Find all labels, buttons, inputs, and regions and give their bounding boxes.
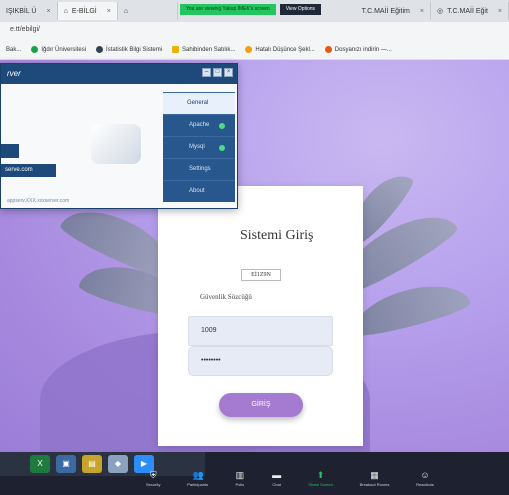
tab-label: E-BİLGİ <box>71 7 97 15</box>
login-button[interactable]: GİRİŞ <box>219 393 303 417</box>
captcha-image: Eİ1Z9N <box>241 269 281 281</box>
bookmark-icon <box>172 46 180 53</box>
breakout-icon: ▦ <box>370 470 379 480</box>
browser-tab[interactable]: ⌂ <box>118 2 178 20</box>
files-icon[interactable]: ▤ <box>82 455 102 473</box>
bookmark-icon <box>324 46 332 53</box>
url-text[interactable]: e.tt/ebilgi/ <box>10 26 40 33</box>
menu-label: Mysql <box>189 144 205 150</box>
home-icon: ⌂ <box>63 7 68 15</box>
breakout-rooms-button[interactable]: ▦ Breakout Rooms <box>360 470 390 495</box>
captcha-input[interactable]: 1009 <box>188 316 333 346</box>
menu-label: Apache <box>189 122 210 128</box>
screen-share-banner: You are viewing Yakup İMEK's screen View… <box>180 4 322 15</box>
menu-label: Settings <box>189 166 211 172</box>
zoom-toolbar: ⛨ Security 👥 Participants ▥ Polls ▬ Chat ⬆ Sh… <box>140 470 440 495</box>
reactions-icon: ☺ <box>420 470 430 480</box>
server-illustration <box>91 124 141 164</box>
browser-tab[interactable]: ◎ T.C.MAİİ Eğit × <box>431 2 509 20</box>
bookmark-label: Iğdır Üniversitesi <box>41 46 87 53</box>
bookmarks-bar: Bak... Iğdır Üniversitesi İstatistik Bil… <box>0 40 509 60</box>
participants-icon: 👥 <box>192 470 204 480</box>
photos-icon[interactable]: ▣ <box>56 455 76 473</box>
browser-tab[interactable]: IŞIKBİL Ü × <box>0 2 58 20</box>
bookmark-item[interactable]: Hatalı Düşünce Şekl... <box>245 46 315 53</box>
share-screen-button[interactable]: ⬆ Share Screen <box>308 470 332 495</box>
panel-tab[interactable] <box>1 144 19 158</box>
menu-item-apache[interactable]: Apache <box>163 114 235 136</box>
menu-item-settings[interactable]: Settings <box>163 158 235 180</box>
bookmark-icon <box>96 46 104 53</box>
chat-icon: ▬ <box>272 470 282 480</box>
appserv-window: rver – □ × serve.com General Apache Mysq… <box>0 63 238 209</box>
window-menu: General Apache Mysql Settings About <box>163 92 235 202</box>
browser-tab-active[interactable]: ⌂ E-BİLGİ × <box>57 2 118 20</box>
bookmark-icon <box>245 46 253 53</box>
close-icon[interactable]: × <box>224 68 233 77</box>
bookmark-label: İstatistik Bilgi Sistemi <box>106 46 163 53</box>
polls-icon: ▥ <box>235 470 245 480</box>
security-word-label: Güvenlik Sözcüğü <box>200 293 252 301</box>
window-body: serve.com General Apache Mysql Settings … <box>1 84 237 208</box>
status-ok-icon <box>219 145 225 151</box>
taskbar: X ▣ ▤ ◆ ▶ ⛨ Security 👥 Participants ▥ Polls… <box>0 452 509 495</box>
reactions-button[interactable]: ☺ Reactions <box>416 470 434 495</box>
tab-label: IŞIKBİL Ü <box>6 7 37 15</box>
bookmark-item[interactable]: İstatistik Bilgi Sistemi <box>96 46 162 53</box>
excel-icon[interactable]: X <box>30 455 50 473</box>
menu-label: General <box>187 100 209 106</box>
close-icon[interactable]: × <box>420 8 424 15</box>
participants-button[interactable]: 👥 Participants <box>187 470 208 495</box>
bookmark-label: Hatalı Düşünce Şekl... <box>255 46 315 53</box>
close-icon[interactable]: × <box>498 8 502 15</box>
share-banner-message: You are viewing Yakup İMEK's screen <box>180 4 276 15</box>
server-link[interactable]: serve.com <box>1 164 56 177</box>
shield-icon: ⛨ <box>149 470 157 480</box>
bookmark-item[interactable]: Sahibinden Satılık... <box>172 46 235 53</box>
page-title: Sistemi Giriş <box>240 228 314 243</box>
zoom-label: Security <box>146 482 161 487</box>
minimize-icon[interactable]: – <box>202 68 211 77</box>
tab-label: T.C.MAİİ Eğit <box>447 7 488 15</box>
bookmark-icon <box>31 46 39 53</box>
menu-label: About <box>189 188 205 194</box>
zoom-label: Share Screen <box>308 482 333 487</box>
zoom-label: Chat <box>272 482 281 487</box>
app-icon[interactable]: ◆ <box>108 455 128 473</box>
zoom-label: Participants <box>187 482 209 487</box>
close-icon[interactable]: × <box>107 8 111 15</box>
bookmark-label: Sahibinden Satılık... <box>182 46 236 53</box>
menu-item-about[interactable]: About <box>163 180 235 202</box>
menu-item-general[interactable]: General <box>163 92 235 114</box>
address-bar[interactable]: e.tt/ebilgi/ <box>0 22 509 40</box>
status-ok-icon <box>219 123 225 129</box>
zoom-label: Reactions <box>416 482 434 487</box>
window-title: rver <box>7 69 21 78</box>
tab-label: T.C.MAİİ Eğitim <box>361 7 410 15</box>
security-button[interactable]: ⛨ Security <box>146 470 160 495</box>
polls-button[interactable]: ▥ Polls <box>235 470 245 495</box>
home-icon: ⌂ <box>123 7 129 15</box>
close-icon[interactable]: × <box>46 8 50 15</box>
window-title-bar[interactable]: rver – □ × <box>1 64 237 84</box>
browser-tab[interactable]: T.C.MAİİ Eğitim × <box>356 2 431 20</box>
maximize-icon[interactable]: □ <box>213 68 222 77</box>
bookmark-item[interactable]: Bak... <box>6 47 21 53</box>
chat-button[interactable]: ▬ Chat <box>272 470 282 495</box>
bookmark-label: Bak... <box>6 46 22 53</box>
globe-icon: ◎ <box>436 8 444 15</box>
zoom-label: Breakout Rooms <box>359 482 390 487</box>
window-footer-text: appserv.XXX.xxxserver.com <box>7 198 70 204</box>
menu-item-mysql[interactable]: Mysql <box>163 136 235 158</box>
password-input[interactable]: •••••••• <box>188 346 333 376</box>
login-card: Sistemi Giriş Eİ1Z9N Güvenlik Sözcüğü 10… <box>158 186 363 446</box>
zoom-label: Polls <box>235 482 245 487</box>
bookmark-item[interactable]: Dosyanızı indirin —... <box>324 46 392 53</box>
view-options-button[interactable]: View Options <box>279 4 322 15</box>
bookmark-label: Dosyanızı indirin —... <box>334 46 392 53</box>
share-screen-icon: ⬆ <box>316 470 325 480</box>
bookmark-item[interactable]: Iğdır Üniversitesi <box>31 46 86 53</box>
window-controls: – □ × <box>202 68 233 77</box>
